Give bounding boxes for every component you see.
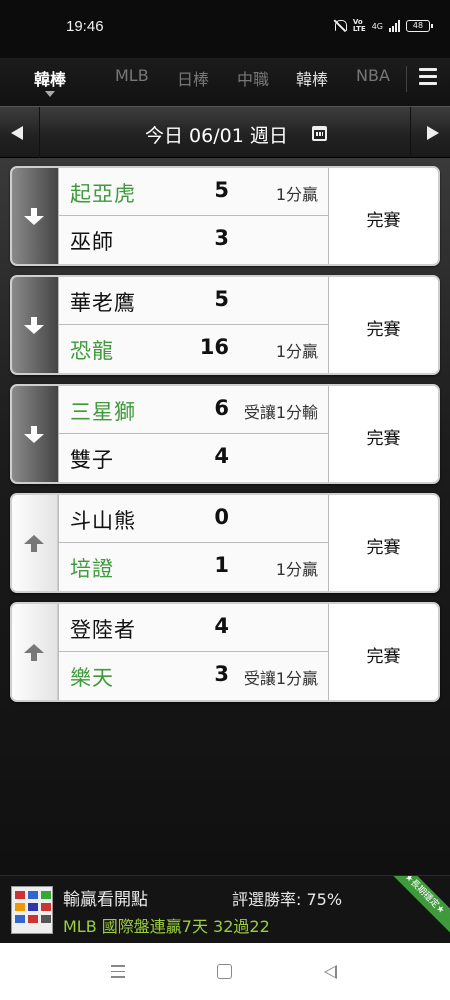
ad-ribbon: ★長期穩定★ bbox=[390, 876, 450, 942]
team-row-home: 起亞虎 5 1分贏 bbox=[58, 168, 328, 216]
arrow-down-icon bbox=[24, 317, 44, 335]
team-name: 巫師 bbox=[70, 230, 114, 254]
team-name: 樂天 bbox=[70, 666, 114, 690]
team-score: 4 bbox=[214, 614, 229, 638]
team-row-home: 登陸者 4 bbox=[58, 604, 328, 652]
network-type: 4G bbox=[371, 21, 383, 31]
team-score: 4 bbox=[214, 444, 229, 468]
team-row-home: 斗山熊 0 bbox=[58, 495, 328, 543]
system-nav-bar bbox=[0, 943, 450, 1000]
game-card[interactable]: 登陸者 4 樂天 3 受讓1分贏 完賽 bbox=[10, 602, 440, 702]
handicap-result: 1分贏 bbox=[275, 342, 318, 361]
game-status: 完賽 bbox=[328, 604, 438, 700]
date-bar: 今日 06/01 週日 bbox=[0, 106, 450, 159]
team-score: 16 bbox=[199, 335, 229, 359]
game-status: 完賽 bbox=[328, 495, 438, 591]
team-row-away: 恐龍 16 1分贏 bbox=[58, 325, 328, 373]
expand-toggle[interactable] bbox=[12, 386, 58, 482]
ad-win-rate: 評選勝率: 75% bbox=[232, 890, 343, 909]
team-score: 3 bbox=[214, 226, 229, 250]
team-row-away: 雙子 4 bbox=[58, 434, 328, 482]
team-score: 3 bbox=[214, 662, 229, 686]
game-card[interactable]: 三星獅 6 受讓1分輸 雙子 4 完賽 bbox=[10, 384, 440, 484]
nav-divider bbox=[406, 66, 407, 92]
active-tab-indicator-icon bbox=[45, 91, 55, 97]
team-score: 6 bbox=[214, 396, 229, 420]
game-status-text: 完賽 bbox=[366, 538, 401, 558]
team-name: 三星獅 bbox=[70, 400, 136, 424]
expand-toggle[interactable] bbox=[12, 495, 58, 591]
team-row-home: 華老鷹 5 bbox=[58, 277, 328, 325]
game-status-text: 完賽 bbox=[366, 429, 401, 449]
team-name: 起亞虎 bbox=[70, 182, 136, 206]
team-row-home: 三星獅 6 受讓1分輸 bbox=[58, 386, 328, 434]
handicap-result: 1分贏 bbox=[275, 185, 318, 204]
date-label[interactable]: 今日 06/01 週日 bbox=[145, 121, 288, 148]
tab-kbo[interactable]: 韓棒 bbox=[296, 66, 328, 90]
hamburger-menu-icon[interactable] bbox=[419, 68, 437, 86]
team-score: 5 bbox=[214, 178, 229, 202]
game-card[interactable]: 華老鷹 5 恐龍 16 1分贏 完賽 bbox=[10, 275, 440, 375]
expand-toggle[interactable] bbox=[12, 168, 58, 264]
status-time: 19:46 bbox=[66, 18, 104, 35]
calendar-icon[interactable] bbox=[312, 126, 327, 141]
next-day-button[interactable] bbox=[410, 107, 450, 159]
back-icon[interactable] bbox=[324, 965, 337, 979]
arrow-up-icon bbox=[24, 644, 44, 662]
handicap-result: 1分贏 bbox=[275, 560, 318, 579]
team-name: 培證 bbox=[70, 557, 114, 581]
expand-toggle[interactable] bbox=[12, 604, 58, 700]
signal-icon bbox=[389, 20, 400, 32]
bell-off-icon bbox=[333, 19, 347, 33]
sport-tab-bar: 韓棒 MLB 日棒 中職 韓棒 NBA bbox=[0, 58, 450, 106]
game-card[interactable]: 斗山熊 0 培證 1 1分贏 完賽 bbox=[10, 493, 440, 593]
recent-apps-icon[interactable] bbox=[111, 965, 125, 982]
team-name: 恐龍 bbox=[70, 339, 114, 363]
handicap-result: 受讓1分輸 bbox=[243, 403, 318, 422]
team-name: 斗山熊 bbox=[70, 509, 136, 533]
arrow-down-icon bbox=[24, 208, 44, 226]
handicap-result: 受讓1分贏 bbox=[243, 669, 318, 688]
tab-kbo-active[interactable]: 韓棒 bbox=[34, 66, 66, 90]
team-score: 5 bbox=[214, 287, 229, 311]
tab-npb[interactable]: 日棒 bbox=[177, 66, 209, 90]
status-bar: 19:46 Vo LTE 4G 48 bbox=[0, 0, 450, 58]
arrow-down-icon bbox=[24, 426, 44, 444]
game-list: 起亞虎 5 1分贏 巫師 3 完賽 華老鷹 5 恐龍 16 1分贏 完賽 三星獅… bbox=[0, 158, 450, 875]
ad-title: 輸贏看開點 bbox=[63, 890, 148, 910]
game-status: 完賽 bbox=[328, 277, 438, 373]
team-score: 0 bbox=[214, 505, 229, 529]
team-row-away: 培證 1 1分贏 bbox=[58, 543, 328, 591]
game-status: 完賽 bbox=[328, 168, 438, 264]
battery-icon: 48 bbox=[406, 20, 433, 32]
game-card[interactable]: 起亞虎 5 1分贏 巫師 3 完賽 bbox=[10, 166, 440, 266]
ad-banner[interactable]: 輸贏看開點 評選勝率: 75% MLB 國際盤連贏7天 32過22 ★長期穩定★ bbox=[0, 875, 450, 943]
game-status-text: 完賽 bbox=[366, 211, 401, 231]
tab-nba[interactable]: NBA bbox=[356, 66, 390, 85]
status-icons: Vo LTE 4G 48 bbox=[333, 18, 433, 33]
ad-thumbnail bbox=[11, 886, 53, 934]
game-status-text: 完賽 bbox=[366, 320, 401, 340]
team-name: 登陸者 bbox=[70, 618, 136, 642]
game-status: 完賽 bbox=[328, 386, 438, 482]
arrow-up-icon bbox=[24, 535, 44, 553]
volte-icon: Vo LTE bbox=[352, 18, 366, 33]
team-name: 雙子 bbox=[70, 448, 114, 472]
game-status-text: 完賽 bbox=[366, 647, 401, 667]
ad-ribbon-label: ★長期穩定★ bbox=[390, 876, 450, 935]
team-row-away: 樂天 3 受讓1分贏 bbox=[58, 652, 328, 700]
home-icon[interactable] bbox=[217, 964, 232, 979]
previous-day-button[interactable] bbox=[0, 107, 40, 159]
ad-promo-text: MLB 國際盤連贏7天 32過22 bbox=[63, 917, 270, 936]
team-row-away: 巫師 3 bbox=[58, 216, 328, 264]
tab-cpbl[interactable]: 中職 bbox=[237, 66, 269, 90]
team-name: 華老鷹 bbox=[70, 291, 136, 315]
team-score: 1 bbox=[214, 553, 229, 577]
tab-mlb[interactable]: MLB bbox=[115, 66, 149, 85]
expand-toggle[interactable] bbox=[12, 277, 58, 373]
